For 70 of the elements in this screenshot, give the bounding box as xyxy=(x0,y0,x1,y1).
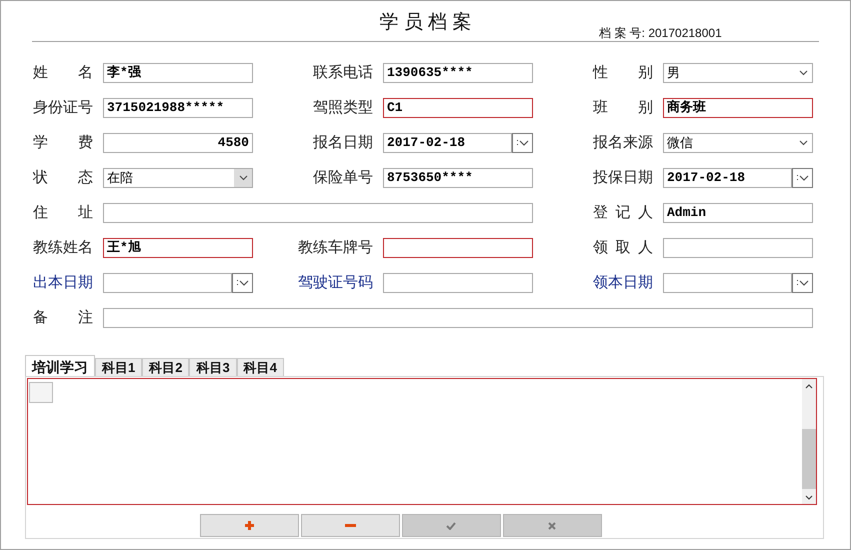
calendar-dropdown-button[interactable] xyxy=(232,273,253,293)
field-label: 状 态 xyxy=(33,168,93,188)
input-field[interactable]: C1 xyxy=(383,98,533,118)
date-field[interactable]: 2017-02-18 xyxy=(383,133,512,153)
input-field[interactable] xyxy=(383,273,533,293)
field-label: 投保日期 xyxy=(593,168,653,188)
close-icon xyxy=(548,522,556,530)
tab[interactable]: 科目4 xyxy=(236,358,284,376)
add-button[interactable] xyxy=(200,514,298,537)
dropdown-field[interactable]: 微信 xyxy=(663,133,813,153)
field-label: 性 别 xyxy=(593,62,653,83)
calendar-dropdown-button[interactable] xyxy=(512,133,533,153)
tab[interactable]: 科目2 xyxy=(142,358,190,376)
input-field[interactable]: Admin xyxy=(663,203,813,223)
input-field[interactable]: 3715021988***** xyxy=(103,98,253,118)
field-link[interactable]: 领本日期 xyxy=(593,272,653,294)
scroll-up-icon xyxy=(805,384,813,389)
remove-button[interactable] xyxy=(300,514,400,537)
dropdown-field[interactable]: 男 xyxy=(663,63,813,83)
minus-icon xyxy=(344,524,356,527)
tab[interactable]: 培训学习 xyxy=(25,355,95,376)
dropdown-field[interactable]: 在陪 xyxy=(103,168,253,188)
field-link[interactable]: 驾驶证号码 xyxy=(298,272,373,294)
field-label: 报名来源 xyxy=(593,132,653,153)
field-label: 班 别 xyxy=(593,98,653,118)
chevron-down-icon xyxy=(798,140,808,146)
field-label: 身份证号 xyxy=(33,98,93,118)
calendar-dropdown-button[interactable] xyxy=(792,168,813,188)
field-label: 教练姓名 xyxy=(33,238,93,258)
chevron-down-icon xyxy=(238,175,248,181)
field-link[interactable]: 出本日期 xyxy=(33,272,93,294)
field-label: 教练车牌号 xyxy=(298,238,373,258)
field-label: 登 记 人 xyxy=(593,202,653,223)
date-field[interactable] xyxy=(103,273,232,293)
field-label: 联系电话 xyxy=(313,62,373,83)
input-field[interactable]: 4580 xyxy=(103,133,253,153)
form-title: 学 员 档 案 xyxy=(380,10,472,35)
input-field[interactable]: 商务班 xyxy=(663,98,813,118)
chevron-down-icon xyxy=(796,174,808,182)
field-label: 备 注 xyxy=(33,308,93,328)
input-field[interactable]: 李*强 xyxy=(103,63,253,83)
scrollbar-thumb[interactable] xyxy=(802,429,816,489)
tab[interactable]: 科目3 xyxy=(189,358,237,376)
calendar-dropdown-button[interactable] xyxy=(792,273,813,293)
input-field[interactable] xyxy=(383,238,533,258)
input-field[interactable] xyxy=(103,203,533,223)
input-field[interactable]: 1390635**** xyxy=(383,63,533,83)
field-label: 领 取 人 xyxy=(593,238,653,258)
input-field[interactable]: 8753650**** xyxy=(383,168,533,188)
checkmark-icon xyxy=(446,522,456,530)
date-field[interactable]: 2017-02-18 xyxy=(663,168,792,188)
date-field[interactable] xyxy=(663,273,792,293)
chevron-down-icon xyxy=(798,70,808,76)
chevron-down-icon xyxy=(236,279,248,287)
chevron-down-icon xyxy=(796,279,808,287)
field-label: 报名日期 xyxy=(313,132,373,153)
archive-number: 档 案 号: 20170218001 xyxy=(599,25,722,42)
input-field[interactable] xyxy=(663,238,813,258)
field-label: 驾照类型 xyxy=(313,98,373,118)
field-label: 学 费 xyxy=(33,132,93,153)
scrollbar[interactable] xyxy=(802,379,816,504)
plus-icon xyxy=(244,521,254,530)
field-label: 姓 名 xyxy=(33,62,93,83)
field-label: 保险单号 xyxy=(313,168,373,188)
field-label: 住 址 xyxy=(33,202,93,223)
scroll-down-icon xyxy=(805,495,813,500)
input-field[interactable]: 王*旭 xyxy=(103,238,253,258)
tab[interactable]: 科目1 xyxy=(95,358,142,376)
chevron-down-icon xyxy=(516,139,528,147)
input-field[interactable] xyxy=(103,308,813,328)
